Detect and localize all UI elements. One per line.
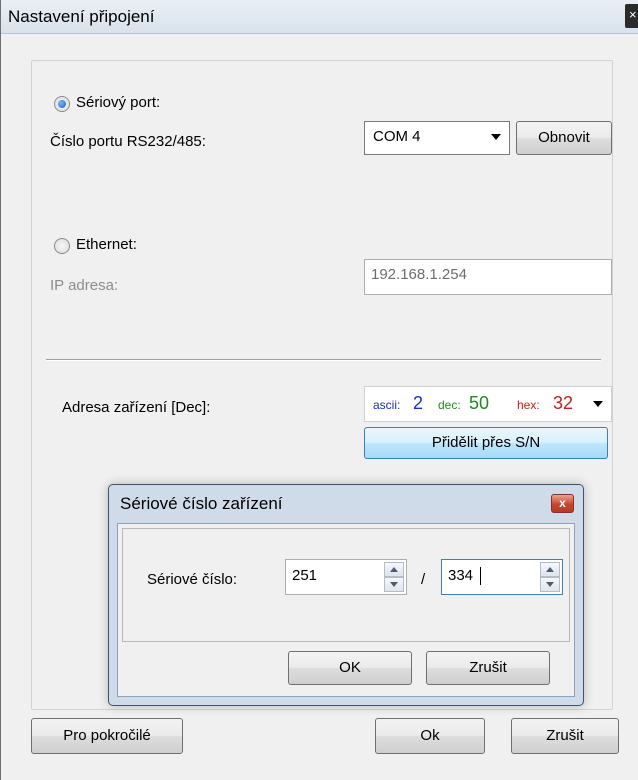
dialog-title: Sériové číslo zařízení [120,494,283,513]
spin-up-icon[interactable] [384,562,404,577]
ascii-label: ascii: [373,398,401,412]
serial-port-label: Sériový port: [76,94,161,111]
spin-up-icon[interactable] [540,562,560,577]
dialog-cancel-button[interactable]: Zrušit [426,651,550,685]
spin-down-icon[interactable] [540,577,560,592]
ok-button[interactable]: Ok [375,718,485,754]
ethernet-label: Ethernet: [76,236,137,253]
refresh-button[interactable]: Obnovit [516,121,612,155]
advanced-button[interactable]: Pro pokročilé [31,718,183,754]
chevron-down-icon [491,134,501,140]
spin-control [384,562,404,592]
ip-address-input[interactable]: 192.168.1.254 [364,259,612,295]
chevron-down-icon [593,401,603,407]
ascii-value: 2 [413,393,424,413]
ethernet-radio[interactable] [54,238,70,254]
title-bar: Nastavení připojení × [1,0,638,34]
text-caret [480,567,481,585]
dec-label: dec: [438,398,461,412]
dialog-body: Sériové číslo: 251 / 334 OK Zrušit [117,523,575,697]
spin-down-icon[interactable] [384,577,404,592]
device-address-select[interactable]: ascii: 2 dec: 50 hex: 32 [364,386,612,422]
spin-control [540,562,560,592]
ip-address-label: IP adresa: [50,277,119,294]
window-close-icon[interactable]: × [625,4,638,28]
serial-separator: / [421,571,426,588]
window-title: Nastavení připojení [8,7,155,26]
dialog-panel: Sériové číslo: 251 / 334 [122,528,570,642]
com-port-value: COM 4 [373,128,421,145]
cancel-button[interactable]: Zrušit [511,718,619,754]
dialog-ok-button[interactable]: OK [288,651,412,685]
hex-label: hex: [517,398,540,412]
dec-value: 50 [469,393,490,413]
serial-port-radio[interactable] [54,96,70,112]
serial-number-dialog: Sériové číslo zařízení x Sériové číslo: … [108,484,584,706]
ip-address-value: 192.168.1.254 [371,266,467,283]
port-number-label: Číslo portu RS232/485: [50,133,206,150]
hex-value: 32 [553,393,574,413]
assign-by-sn-button[interactable]: Přidělit přes S/N [364,427,608,459]
serial-part2-stepper[interactable]: 334 [441,559,563,595]
serial-part1-value: 251 [292,567,318,584]
separator [46,359,601,361]
serial-part2-value: 334 [448,567,474,584]
close-icon[interactable]: x [551,494,574,513]
serial-number-label: Sériové číslo: [147,571,238,588]
com-port-select[interactable]: COM 4 [364,121,510,155]
device-address-label: Adresa zařízení [Dec]: [62,399,211,416]
serial-part1-stepper[interactable]: 251 [285,559,407,595]
